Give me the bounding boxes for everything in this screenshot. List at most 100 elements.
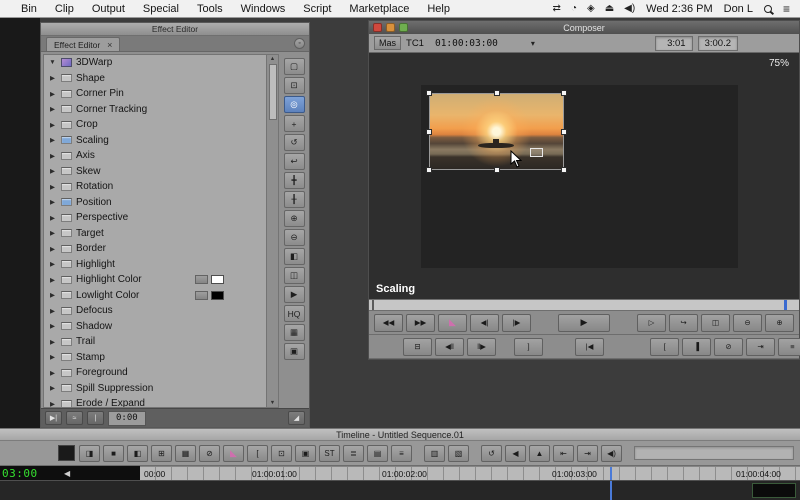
resize-handle-top-right[interactable]: [561, 90, 567, 96]
expand-triangle-icon[interactable]: ▶: [48, 260, 57, 268]
param-row-stamp[interactable]: ▶Stamp: [44, 350, 266, 366]
expand-triangle-icon[interactable]: ▶: [48, 307, 57, 315]
expand-triangle-icon[interactable]: ▶: [48, 214, 57, 222]
split-view-button[interactable]: ◧: [284, 248, 305, 265]
toggle-source-record-button[interactable]: ⊟: [403, 338, 432, 356]
param-row-foreground[interactable]: ▶Foreground: [44, 365, 266, 381]
menu-script[interactable]: Script: [294, 3, 340, 15]
audio-tool-button[interactable]: ▧: [448, 445, 469, 462]
param-row-corner-tracking[interactable]: ▶Corner Tracking: [44, 102, 266, 118]
param-row-lowlight-color[interactable]: ▶Lowlight Color: [44, 288, 266, 304]
move-tool-button[interactable]: ╋: [284, 172, 305, 189]
expand-triangle-icon[interactable]: ▶: [48, 353, 57, 361]
composer-playhead[interactable]: [784, 300, 787, 310]
expand-triangle-icon[interactable]: ▶: [48, 183, 57, 191]
zoom-window-button[interactable]: [399, 23, 408, 32]
keyboard-button[interactable]: ▦: [175, 445, 196, 462]
scroll-up-icon[interactable]: ▲: [270, 56, 275, 62]
param-row-scaling[interactable]: ▶Scaling: [44, 133, 266, 149]
param-enable-button[interactable]: [61, 136, 72, 144]
trim-mode-button[interactable]: ⊘: [199, 445, 220, 462]
param-row-perspective[interactable]: ▶Perspective: [44, 210, 266, 226]
menu-special[interactable]: Special: [134, 3, 188, 15]
rotate-tool-button[interactable]: ↺: [284, 134, 305, 151]
eject-icon[interactable]: ⏏: [605, 3, 614, 14]
param-enable-button[interactable]: [61, 307, 72, 315]
menu-tools[interactable]: Tools: [188, 3, 232, 15]
param-enable-button[interactable]: [61, 229, 72, 237]
half-screen-button[interactable]: ▐: [682, 338, 711, 356]
add-keyframe-button[interactable]: +: [284, 115, 305, 132]
motion-effect-button[interactable]: ◣: [438, 314, 467, 332]
expand-triangle-icon[interactable]: ▶: [48, 136, 57, 144]
param-enable-button[interactable]: [61, 384, 72, 392]
expand-triangle-icon[interactable]: ▶: [48, 167, 57, 175]
dual-split-button[interactable]: ◫: [284, 267, 305, 284]
go-to-end-button[interactable]: ⇥: [746, 338, 775, 356]
effect-header-row[interactable]: ▼ 3DWarp: [44, 55, 266, 71]
grid-button[interactable]: ▦: [284, 324, 305, 341]
menu-clip[interactable]: Clip: [46, 3, 83, 15]
expand-triangle-icon[interactable]: ▶: [48, 276, 57, 284]
mark-in-button[interactable]: [: [247, 445, 268, 462]
video-frame-preview[interactable]: [429, 93, 564, 170]
expand-triangle-icon[interactable]: ▶: [48, 105, 57, 113]
scale-drag-box[interactable]: [530, 148, 543, 157]
resize-handle-bottom-left[interactable]: [426, 167, 432, 173]
resize-handle-top-left[interactable]: [426, 90, 432, 96]
search-icon[interactable]: [764, 5, 772, 13]
param-enable-button[interactable]: [61, 183, 72, 191]
volume-button[interactable]: ◀): [601, 445, 622, 462]
volume-icon[interactable]: ◀): [624, 3, 635, 14]
play-loop-button[interactable]: ↪: [669, 314, 698, 332]
mark-clip-button[interactable]: ⊡: [271, 445, 292, 462]
sync-icon[interactable]: ⇄: [553, 3, 561, 14]
timeline-titlebar[interactable]: Timeline - Untitled Sequence.01: [0, 428, 800, 441]
waveform-button[interactable]: ≈: [66, 411, 83, 425]
menubar-user[interactable]: Don L: [724, 3, 753, 15]
composer-titlebar[interactable]: Composer: [369, 21, 799, 34]
minimize-window-button[interactable]: [386, 23, 395, 32]
param-enable-button[interactable]: [61, 121, 72, 129]
go-to-previous-event-button[interactable]: ◀|: [470, 314, 499, 332]
play-preview-button[interactable]: ▶: [284, 286, 305, 303]
extend-right-button[interactable]: ⇥: [577, 445, 598, 462]
go-to-start-button[interactable]: |◀: [575, 338, 604, 356]
param-enable-button[interactable]: [61, 400, 72, 408]
param-enable-button[interactable]: [61, 90, 72, 98]
timeline-playhead[interactable]: [610, 467, 612, 480]
expand-triangle-icon[interactable]: ▶: [48, 291, 57, 299]
param-row-defocus[interactable]: ▶Defocus: [44, 303, 266, 319]
play-in-to-out-button[interactable]: ▷: [637, 314, 666, 332]
effect-mode-button[interactable]: ◎: [284, 96, 305, 113]
clear-marks-button[interactable]: ⊘: [714, 338, 743, 356]
mark-button[interactable]: |: [87, 411, 104, 425]
resize-handle-middle-right[interactable]: [561, 129, 567, 135]
param-enable-button[interactable]: [61, 74, 72, 82]
color-swatch[interactable]: [211, 291, 224, 300]
trim-left-button[interactable]: ◀: [505, 445, 526, 462]
clock-icon[interactable]: ◔: [571, 3, 577, 14]
expand-triangle-icon[interactable]: ▶: [48, 322, 57, 330]
param-enable-button[interactable]: [61, 322, 72, 330]
smart-tool-button[interactable]: ST: [319, 445, 340, 462]
resize-handle-bottom-center[interactable]: [494, 167, 500, 173]
track-button[interactable]: Mas: [374, 36, 401, 50]
timeline-tracks[interactable]: [0, 480, 800, 500]
param-row-position[interactable]: ▶Position: [44, 195, 266, 211]
timeline-ruler[interactable]: 00:0001:00:01:0001:00:02:0001:00:03:0001…: [140, 466, 800, 480]
param-row-border[interactable]: ▶Border: [44, 241, 266, 257]
position-tool-button[interactable]: ╂: [284, 191, 305, 208]
segment-overwrite-button[interactable]: ▤: [367, 445, 388, 462]
bluetooth-icon[interactable]: ◈: [587, 3, 595, 14]
param-row-skew[interactable]: ▶Skew: [44, 164, 266, 180]
param-enable-button[interactable]: [61, 167, 72, 175]
resize-handle-bottom-right[interactable]: [561, 167, 567, 173]
param-enable-button[interactable]: [61, 353, 72, 361]
link-selection-button[interactable]: ≡: [391, 445, 412, 462]
splice-in-button[interactable]: ◧: [127, 445, 148, 462]
segment-insert-button[interactable]: ≣: [343, 445, 364, 462]
scroll-down-icon[interactable]: ▼: [270, 400, 275, 406]
expand-triangle-icon[interactable]: ▶: [48, 229, 57, 237]
param-row-shadow[interactable]: ▶Shadow: [44, 319, 266, 335]
